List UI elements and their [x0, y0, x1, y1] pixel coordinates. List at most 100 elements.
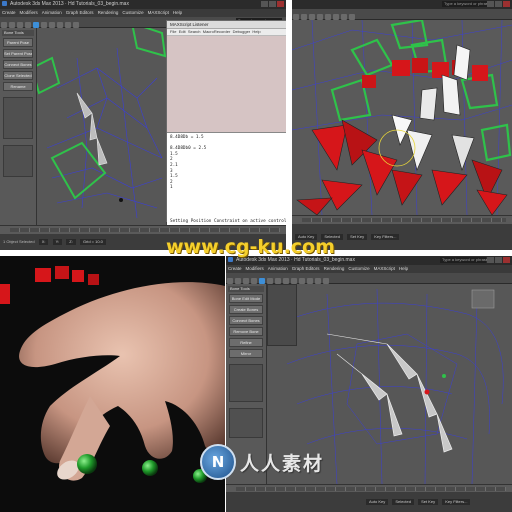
view-cube[interactable] [471, 289, 495, 309]
rename-button[interactable]: Rename [3, 82, 33, 91]
rollout-group [229, 364, 263, 402]
timeline-track[interactable] [302, 218, 506, 222]
window-controls [261, 1, 284, 7]
maxscript-listener-window: MAXScript Listener File Edit Search Macr… [166, 20, 286, 225]
menu-item[interactable]: Modifiers [246, 266, 264, 271]
app-icon [2, 1, 7, 7]
menu-item[interactable]: Customize [348, 266, 369, 271]
perspective-viewport[interactable] [30, 21, 167, 225]
status-bar: Auto Key Selected Set Key Key Filters... [226, 492, 512, 512]
x-coordinate-field[interactable]: X: [38, 238, 49, 245]
minimize-button[interactable] [487, 1, 494, 7]
menu-item[interactable]: Customize [122, 10, 143, 15]
wire-mesh [46, 47, 163, 219]
key-filters-button[interactable]: Key Filters... [371, 233, 400, 240]
app-window-top-left: Autodesk 3ds Max 2013 · Hd Tutorials_03_… [0, 0, 286, 250]
auto-key-button[interactable]: Auto Key [366, 498, 389, 505]
timeline-track[interactable] [10, 228, 280, 232]
y-coordinate-field[interactable]: Y: [52, 238, 63, 245]
menu-item[interactable]: Help [399, 266, 408, 271]
grid-size-field: Grid = 10.0 [79, 238, 106, 245]
listener-output[interactable]: 8.4D8Db = 1.5 8.4D8Db0 = 2.5 1.5 2 2.1 3… [167, 133, 286, 225]
clone-selected-button[interactable]: Clone Selected [3, 71, 33, 80]
title-bar: Autodesk 3ds Max 2013 · Hd Tutorials_03_… [0, 0, 286, 9]
listener-menu-item[interactable]: Edit [179, 29, 186, 34]
menu-item[interactable]: Rendering [324, 266, 345, 271]
menu-item[interactable]: Rendering [98, 10, 119, 15]
key-filters-button[interactable]: Key Filters... [442, 498, 471, 505]
maximize-button[interactable] [269, 1, 276, 7]
key-mode-field[interactable]: Selected [392, 498, 414, 505]
maximize-button[interactable] [495, 1, 502, 7]
set-parent-pose-button[interactable]: Set Parent Pose [3, 49, 33, 58]
listener-title: MAXScript Listener [167, 21, 286, 29]
bone-tools-panel: Bone Tools Parent Pose Set Parent Pose C… [0, 28, 37, 233]
minimize-button[interactable] [261, 1, 268, 7]
menu-bar: Create Modifiers Animation Graph Editors Ren… [226, 265, 512, 273]
refine-button[interactable]: Refine [229, 338, 263, 347]
listener-menu-item[interactable]: Help [252, 29, 260, 34]
close-button[interactable] [503, 257, 510, 263]
menu-item[interactable]: Create [2, 10, 16, 15]
window-title: Autodesk 3ds Max 2013 · Hd Tutorials_03_… [10, 1, 129, 7]
menu-item[interactable]: Animation [42, 10, 62, 15]
selection-status: 1 Object Selected [3, 239, 35, 244]
remove-bone-button[interactable]: Remove Bone [229, 327, 263, 336]
brand-text: 人人素材 [240, 452, 325, 475]
window-controls [487, 257, 510, 263]
wireframe-scene [30, 21, 167, 219]
hand-render [0, 266, 225, 483]
menu-item[interactable]: Animation [268, 266, 288, 271]
macro-recorder-pane[interactable] [167, 36, 286, 133]
menu-item[interactable]: Graph Editors [66, 10, 94, 15]
close-button[interactable] [277, 1, 284, 7]
rollout-group [3, 97, 33, 139]
listener-menu-item[interactable]: MacroRecorder [203, 29, 231, 34]
brand-logo-icon: N [200, 444, 236, 480]
time-slider[interactable] [0, 225, 286, 234]
search-input[interactable]: Type a keyword or phrase [442, 1, 490, 7]
listener-menu-item[interactable]: Search [188, 29, 201, 34]
mirror-button[interactable]: Mirror [229, 349, 263, 358]
set-key-button[interactable]: Set Key [347, 233, 368, 240]
maximize-button[interactable] [495, 257, 502, 263]
main-toolbar [226, 273, 512, 284]
set-key-button[interactable]: Set Key [418, 498, 439, 505]
layer-explorer-panel[interactable] [267, 284, 297, 346]
watermark-url: www.cg-ku.com [166, 236, 335, 258]
minimize-button[interactable] [487, 257, 494, 263]
bone-chain [76, 92, 108, 166]
perspective-viewport[interactable] [292, 18, 512, 216]
bone-chain [361, 343, 453, 453]
rigged-mesh-scene [292, 18, 512, 216]
panel-header: Bone Tools [2, 30, 34, 36]
red-cubes [362, 58, 488, 88]
time-slider[interactable] [292, 215, 512, 224]
menu-item[interactable]: Create [228, 266, 242, 271]
timeline-track[interactable] [236, 487, 506, 491]
z-coordinate-field[interactable]: Z: [66, 238, 76, 245]
menu-item[interactable]: MAXScript [148, 10, 169, 15]
menu-item[interactable]: Modifiers [20, 10, 38, 15]
bone-edit-mode-button[interactable]: Bone Edit Mode [229, 294, 263, 303]
title-bar: Type a keyword or phrase [292, 0, 512, 9]
menu-item[interactable]: Help [173, 10, 182, 15]
listener-menu-item[interactable]: File [170, 29, 176, 34]
create-bones-button[interactable]: Create Bones [229, 305, 263, 314]
search-input[interactable]: Type a keyword or phrase [440, 257, 488, 263]
listener-menu-item[interactable]: Debugger [233, 29, 251, 34]
rollout-group [3, 145, 33, 177]
connect-bones-button[interactable]: Connect Bones [3, 60, 33, 69]
watermark-brand: N 人人素材 [200, 444, 324, 480]
menu-item[interactable]: MAXScript [374, 266, 395, 271]
menu-item[interactable]: Graph Editors [292, 266, 320, 271]
helper-point [442, 374, 446, 378]
watermark-site: www.cg-ku.com [166, 236, 346, 262]
green-sphere [142, 460, 158, 476]
connect-bones-button[interactable]: Connect Bones [229, 316, 263, 325]
pivot-point [119, 198, 123, 202]
app-window-top-right: Type a keyword or phrase Auto Key Select… [292, 0, 512, 250]
parent-pose-button[interactable]: Parent Pose [3, 38, 33, 47]
close-button[interactable] [503, 1, 510, 7]
red-cubes-on-hand [0, 266, 99, 304]
